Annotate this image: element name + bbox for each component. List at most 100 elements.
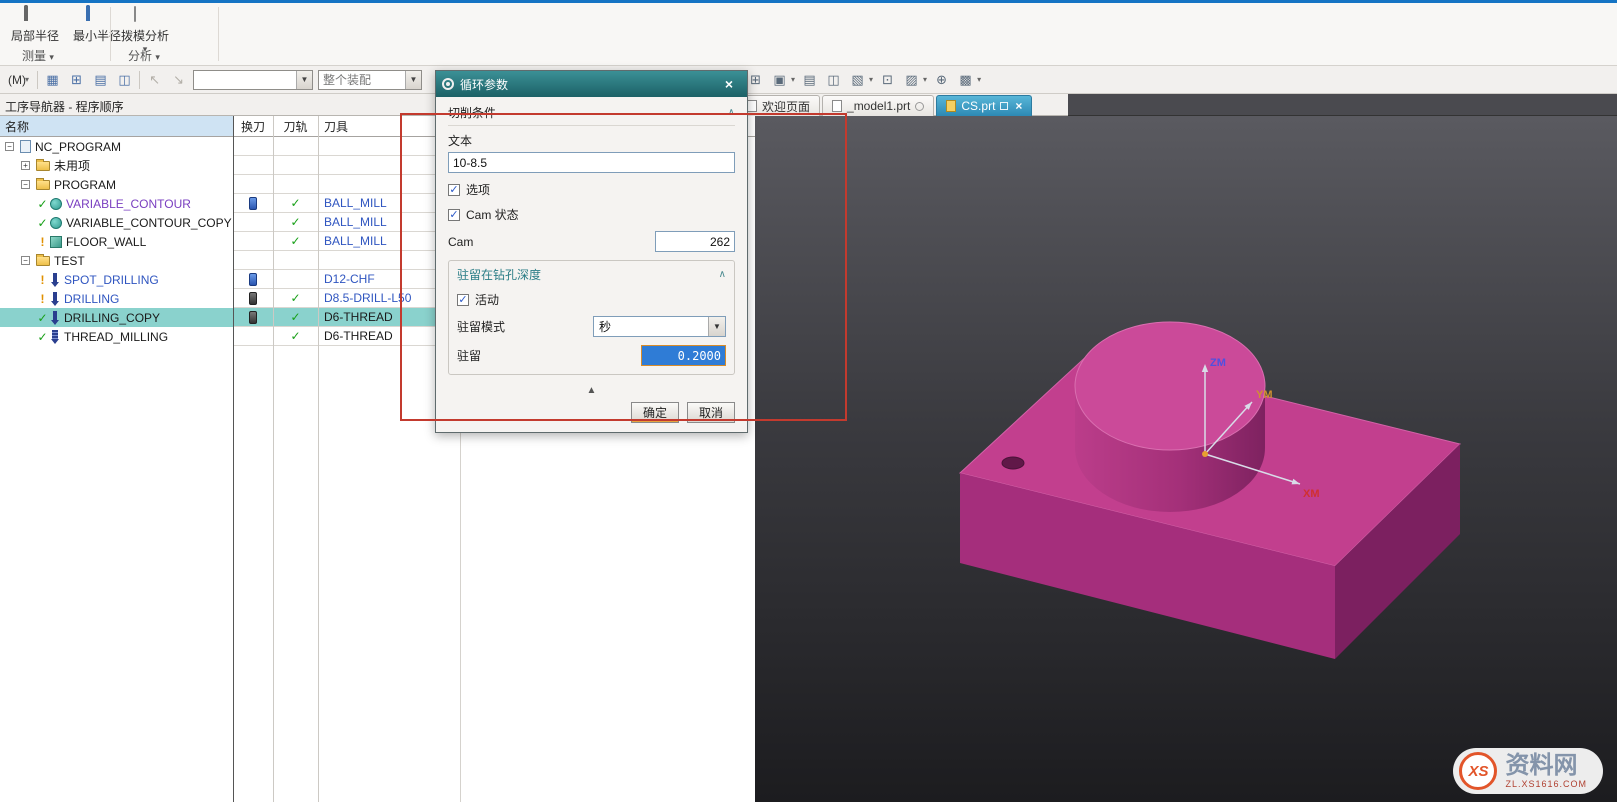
min-radius-button[interactable]: 最小半径	[70, 5, 124, 44]
dwell-mode-label: 驻留模式	[457, 318, 505, 335]
combo-dropdown-icon[interactable]: ▼	[708, 317, 725, 336]
measure-group-label[interactable]: 测量 ▾	[22, 47, 54, 64]
tool-change-icon	[249, 273, 257, 286]
selection-scope-combo[interactable]: ▼	[193, 70, 313, 90]
tab-band: 工序导航器 - 程序顺序 欢迎页面 _model1.prt CS.prt ×	[0, 94, 1617, 116]
tab-cs-active[interactable]: CS.prt ×	[936, 95, 1032, 116]
expander-icon[interactable]: −	[5, 142, 14, 151]
axis-label-zm: ZM	[1210, 357, 1226, 369]
toolbar-dropdown-icon[interactable]: ▾	[977, 75, 981, 84]
tool-name-label: BALL_MILL	[324, 234, 387, 248]
toolpath-check-icon: ✓	[290, 196, 301, 210]
cancel-button[interactable]: 取消	[687, 402, 735, 423]
tool-name-label: BALL_MILL	[324, 196, 387, 210]
contour-milling-icon	[50, 217, 62, 229]
column-separator	[233, 116, 234, 802]
modified-indicator-icon	[915, 102, 924, 111]
column-header-tool-change[interactable]: 换刀	[233, 116, 273, 136]
dialog-collapse-icon[interactable]: ▲	[448, 385, 735, 396]
column-header-toolpath[interactable]: 刀轨	[273, 116, 318, 136]
option-checkbox[interactable]: ✓ 选项	[448, 181, 735, 198]
toolbar-icon[interactable]: ▤	[91, 70, 110, 89]
text-input[interactable]	[448, 152, 735, 173]
ok-button[interactable]: 确定	[631, 402, 679, 423]
toolbar-icon[interactable]: ⊕	[932, 70, 951, 89]
toolbar-icon[interactable]: ▩	[956, 70, 975, 89]
tool-change-icon	[249, 311, 257, 324]
toolbar-icon[interactable]: ◫	[115, 70, 134, 89]
status-warning-icon: !	[37, 273, 48, 287]
folder-icon	[36, 256, 50, 266]
floor-wall-milling-icon	[50, 236, 62, 248]
analysis-group-dropdown-icon: ▾	[155, 52, 160, 62]
tree-item-label: FLOOR_WALL	[66, 235, 146, 249]
watermark-name: 资料网	[1505, 753, 1587, 778]
nx-application-window: 局部半径 最小半径 拨模分析 ▾ 测量 ▾ 分析 ▾	[0, 0, 1617, 802]
status-complete-icon: ✓	[37, 216, 48, 230]
expander-icon[interactable]: −	[21, 180, 30, 189]
cam-value-input[interactable]	[655, 231, 735, 252]
graphics-viewport[interactable]: ZM YM XM	[755, 116, 1617, 802]
status-complete-icon: ✓	[37, 197, 48, 211]
watermark-logo-icon: XS	[1459, 752, 1497, 790]
toolpath-check-icon: ✓	[290, 215, 301, 229]
expander-icon[interactable]: −	[21, 256, 30, 265]
active-checkbox[interactable]: ✓ 活动	[457, 291, 726, 308]
dwell-value-input[interactable]: 0.2000	[641, 345, 726, 366]
model-hole	[1002, 457, 1024, 469]
toolbar-icon[interactable]: ⊞	[67, 70, 86, 89]
combo-dropdown-icon[interactable]: ▼	[296, 71, 312, 89]
min-radius-label: 最小半径	[73, 27, 121, 44]
column-header-name[interactable]: 名称	[0, 116, 233, 136]
tree-item-label: 未用项	[54, 157, 90, 174]
group-collapse-icon[interactable]: ∧	[719, 269, 726, 280]
checkbox-checked-icon: ✓	[448, 184, 460, 196]
dialog-close-button[interactable]: ×	[717, 76, 741, 92]
toolbar-dropdown-icon[interactable]: ▾	[869, 75, 873, 84]
tree-item-label: NC_PROGRAM	[35, 140, 121, 154]
dwell-group-header[interactable]: 驻留在钻孔深度 ∧	[457, 266, 726, 283]
analysis-group-label[interactable]: 分析 ▾	[128, 47, 160, 64]
status-warning-icon: !	[37, 292, 48, 306]
tool-name-label: D8.5-DRILL-L50	[324, 291, 411, 305]
tool-name-label: D6-THREAD	[324, 329, 393, 343]
tab-welcome[interactable]: 欢迎页面	[737, 95, 820, 116]
menu-dropdown-icon: ▾	[25, 75, 29, 84]
assembly-scope-combo[interactable]: 整个装配 ▼	[318, 70, 422, 90]
toolbar-dropdown-icon[interactable]: ▾	[791, 75, 795, 84]
toolbar-icon[interactable]: ⊡	[878, 70, 897, 89]
expander-icon[interactable]: +	[21, 161, 30, 170]
toolbar-icon[interactable]: ▤	[800, 70, 819, 89]
checkbox-checked-icon: ✓	[448, 209, 460, 221]
main-toolbar: (M) ▾ ▦ ⊞ ▤ ◫ ↖ ↘ ▼ 整个装配 ▼ ▦ ⊞ ▣ ▾ ▤ ◫ ▧…	[0, 66, 1617, 94]
toolbar-dropdown-icon[interactable]: ▾	[923, 75, 927, 84]
section-collapse-icon[interactable]: ∧	[728, 107, 735, 118]
toolbar-icon[interactable]: ▧	[848, 70, 867, 89]
tab-model1[interactable]: _model1.prt	[822, 95, 934, 116]
tab-close-icon[interactable]: ×	[1015, 99, 1022, 113]
tab-band-filler	[1068, 94, 1617, 116]
local-radius-button[interactable]: 局部半径	[8, 5, 62, 44]
toolpath-check-icon: ✓	[290, 234, 301, 248]
folder-icon	[36, 161, 50, 171]
toolbar-icon[interactable]: ▣	[770, 70, 789, 89]
tool-change-icon	[249, 292, 257, 305]
toolbar-icon[interactable]: ▦	[43, 70, 62, 89]
min-radius-icon	[86, 7, 108, 25]
toolbar-icon[interactable]: ◫	[824, 70, 843, 89]
cutting-conditions-section[interactable]: 切削条件 ∧	[448, 104, 735, 126]
tree-item-label: VARIABLE_CONTOUR	[66, 197, 191, 211]
active-part-file-icon	[946, 100, 956, 112]
dwell-mode-combo[interactable]: 秒 ▼	[593, 316, 726, 337]
tool-name-label: BALL_MILL	[324, 215, 387, 229]
menu-button[interactable]: (M) ▾	[5, 73, 32, 87]
cam-status-checkbox[interactable]: ✓ Cam 状态	[448, 206, 735, 223]
toolbar-icon[interactable]: ▨	[902, 70, 921, 89]
toolbar-icon[interactable]: ⊞	[746, 70, 765, 89]
model-cylinder-top	[1075, 322, 1265, 450]
combo-dropdown-icon[interactable]: ▼	[405, 71, 421, 89]
tool-name-label: D12-CHF	[324, 272, 375, 286]
draft-analysis-icon	[134, 7, 156, 25]
status-complete-icon: ✓	[37, 311, 48, 325]
dialog-titlebar[interactable]: 循环参数 ×	[436, 71, 747, 97]
